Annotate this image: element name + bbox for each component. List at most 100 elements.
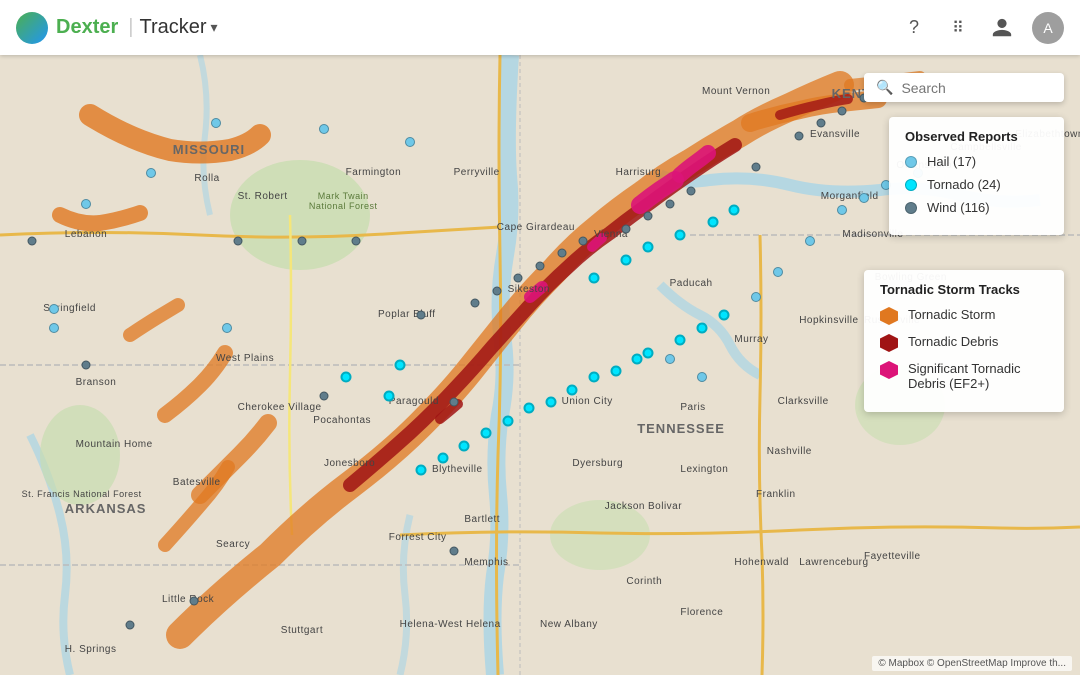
city-label: Florence bbox=[680, 607, 723, 618]
tornadic-debris-icon bbox=[880, 334, 898, 352]
obs-dot bbox=[352, 237, 361, 246]
city-label: Fayetteville bbox=[864, 551, 921, 562]
user-avatar[interactable]: A bbox=[1032, 12, 1064, 44]
city-label: Bolivar bbox=[648, 501, 682, 512]
obs-dot bbox=[589, 273, 600, 284]
city-label: Morganfield bbox=[821, 191, 879, 202]
city-label: Searcy bbox=[216, 539, 250, 550]
sig-debris-item: Significant TornadicDebris (EF2+) bbox=[880, 361, 1048, 391]
city-label: Murray bbox=[734, 334, 768, 345]
obs-dot bbox=[146, 168, 156, 178]
module-dropdown[interactable]: ▾ bbox=[211, 19, 218, 36]
city-label: Lexington bbox=[680, 464, 728, 475]
obs-dot bbox=[718, 310, 729, 321]
obs-dot bbox=[675, 335, 686, 346]
city-label: Paragould bbox=[389, 396, 439, 407]
obs-dot bbox=[687, 187, 696, 196]
hail-legend-label: Hail (17) bbox=[927, 154, 976, 169]
wind-legend-label: Wind (116) bbox=[927, 200, 990, 215]
map-container[interactable]: MISSOURIARKANSASTENNESSEEKENTUCKYRollaSt… bbox=[0, 55, 1080, 675]
apps-button[interactable]: ⠿ bbox=[944, 14, 972, 42]
city-label: Mount Vernon bbox=[702, 86, 770, 97]
city-label: TENNESSEE bbox=[637, 421, 725, 436]
obs-dot bbox=[320, 392, 329, 401]
help-button[interactable]: ? bbox=[900, 14, 928, 42]
obs-dot bbox=[751, 292, 761, 302]
search-input[interactable] bbox=[901, 80, 1052, 96]
sig-debris-icon bbox=[880, 361, 898, 379]
app-logo bbox=[16, 12, 48, 44]
city-label: Hopkinsville bbox=[799, 315, 858, 326]
city-label: Lawrenceburg bbox=[799, 557, 868, 568]
city-label: Union City bbox=[562, 396, 613, 407]
city-label: New Albany bbox=[540, 619, 598, 630]
city-label: Blytheville bbox=[432, 464, 483, 475]
obs-dot bbox=[805, 236, 815, 246]
obs-dot bbox=[190, 596, 199, 605]
tornadic-storm-label: Tornadic Storm bbox=[908, 307, 995, 322]
city-label: H. Springs bbox=[65, 644, 117, 655]
header-icons: ? ⠿ A bbox=[900, 12, 1064, 44]
city-label: Corinth bbox=[626, 576, 662, 587]
obs-dot bbox=[481, 428, 492, 439]
obs-dot bbox=[319, 124, 329, 134]
obs-dot bbox=[838, 106, 847, 115]
module-name: Tracker bbox=[139, 16, 206, 39]
map-background: MISSOURIARKANSASTENNESSEEKENTUCKYRollaSt… bbox=[0, 55, 1080, 675]
obs-dot bbox=[665, 354, 675, 364]
obs-dot bbox=[125, 621, 134, 630]
search-icon: 🔍 bbox=[876, 79, 893, 96]
obs-dot bbox=[222, 323, 232, 333]
city-label: Stuttgart bbox=[281, 625, 323, 636]
obs-dot bbox=[773, 267, 783, 277]
tornado-legend-dot bbox=[905, 179, 917, 191]
city-label: Paris bbox=[680, 402, 705, 413]
city-label: Perryville bbox=[454, 167, 500, 178]
obs-dot bbox=[859, 193, 869, 203]
sig-debris-label: Significant TornadicDebris (EF2+) bbox=[908, 361, 1021, 391]
app-header: Dexter | Tracker ▾ ? ⠿ A bbox=[0, 0, 1080, 55]
city-label: Mountain Home bbox=[76, 439, 153, 450]
city-label: Little Rock bbox=[162, 594, 214, 605]
obs-dot bbox=[545, 397, 556, 408]
city-label: Jonesboro bbox=[324, 458, 375, 469]
obs-dot bbox=[340, 372, 351, 383]
obs-dot bbox=[394, 360, 405, 371]
obs-dot bbox=[459, 440, 470, 451]
obs-dot bbox=[557, 249, 566, 258]
city-label: Branson bbox=[76, 377, 117, 388]
obs-dot bbox=[697, 322, 708, 333]
city-label: Bartlett bbox=[464, 514, 500, 525]
account-button[interactable] bbox=[988, 14, 1016, 42]
title-separator: | bbox=[128, 16, 133, 39]
obs-dot bbox=[675, 229, 686, 240]
obs-dot bbox=[644, 212, 653, 221]
city-label: Helena-West Helena bbox=[400, 619, 501, 630]
obs-dot bbox=[752, 162, 761, 171]
city-label: Evansville bbox=[810, 129, 860, 140]
tornadic-storm-item: Tornadic Storm bbox=[880, 307, 1048, 325]
obs-dot bbox=[567, 384, 578, 395]
city-label: ARKANSAS bbox=[65, 501, 147, 516]
obs-dot bbox=[298, 237, 307, 246]
city-label: Lebanon bbox=[65, 229, 107, 240]
city-label: MISSOURI bbox=[173, 142, 245, 157]
city-label: Poplar Bluff bbox=[378, 309, 436, 320]
obs-dot bbox=[437, 453, 448, 464]
tornadic-debris-item: Tornadic Debris bbox=[880, 334, 1048, 352]
city-label: Forrest City bbox=[389, 532, 447, 543]
obs-dot bbox=[449, 398, 458, 407]
city-label: Dyersburg bbox=[572, 458, 623, 469]
obs-dot bbox=[524, 403, 535, 414]
obs-dot bbox=[28, 237, 37, 246]
obs-dot bbox=[816, 119, 825, 128]
obs-dot bbox=[49, 323, 59, 333]
observed-legend-title: Observed Reports bbox=[905, 129, 1048, 144]
obs-dot bbox=[795, 131, 804, 140]
tornadic-storm-icon bbox=[880, 307, 898, 325]
obs-dot bbox=[622, 224, 631, 233]
obs-dot bbox=[233, 237, 242, 246]
obs-dot bbox=[416, 465, 427, 476]
city-label: Memphis bbox=[464, 557, 508, 568]
obs-dot bbox=[211, 118, 221, 128]
